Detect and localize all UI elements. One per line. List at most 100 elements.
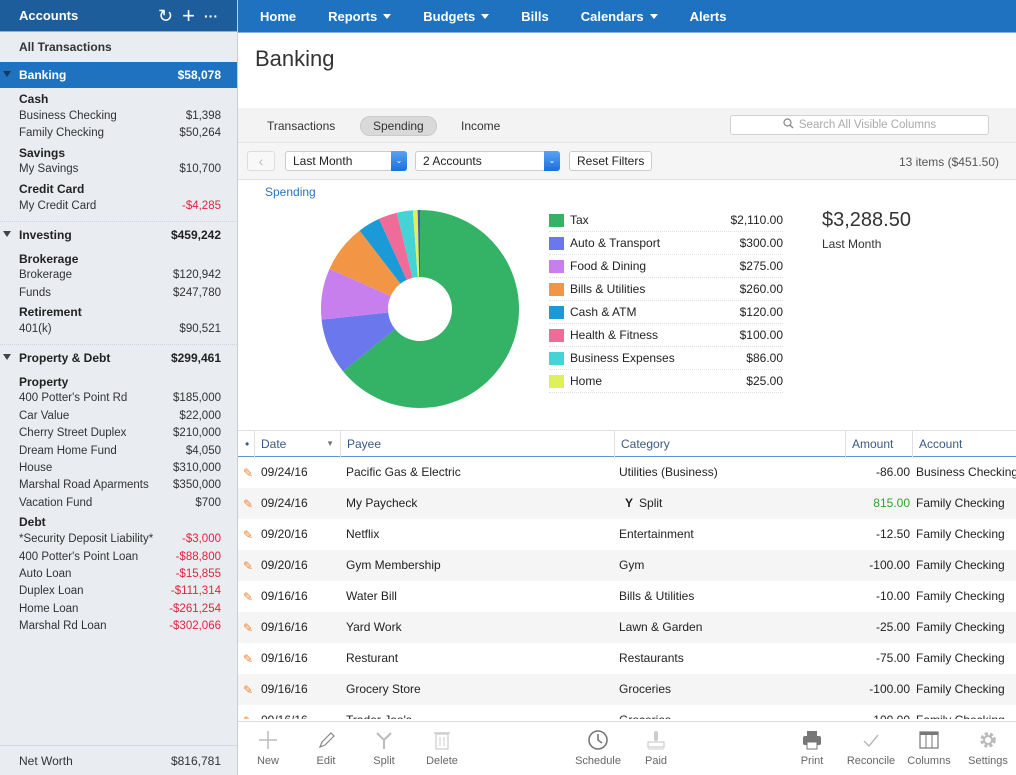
legend-category: Home bbox=[570, 374, 603, 388]
delete-button[interactable]: Delete bbox=[412, 728, 472, 767]
nav-budgets[interactable]: Budgets bbox=[423, 9, 490, 24]
account-balance: $10,700 bbox=[179, 163, 221, 176]
table-row[interactable]: ✎ 09/16/16 Resturant Restaurants -75.00 Famil… bbox=[238, 643, 1016, 674]
account-name: Dream Home Fund bbox=[19, 444, 117, 457]
pencil-icon[interactable]: ✎ bbox=[243, 683, 253, 697]
split-button[interactable]: Split bbox=[354, 728, 414, 767]
table-row[interactable]: ✎ 09/24/16 Pacific Gas & Electric Utilities… bbox=[238, 457, 1016, 488]
cell-account: Family Checking bbox=[916, 496, 1005, 510]
accounts-select[interactable]: 2 Accounts ⌄ bbox=[415, 151, 560, 171]
nav-reports[interactable]: Reports bbox=[328, 9, 392, 24]
account-item[interactable]: Marshal Rd Loan -$302,066 bbox=[0, 617, 237, 634]
legend-item[interactable]: Food & Dining $275.00 bbox=[549, 255, 783, 278]
table-row[interactable]: ✎ 09/20/16 Gym Membership Gym -100.00 Family … bbox=[238, 550, 1016, 581]
account-item[interactable]: House $310,000 bbox=[0, 459, 237, 476]
nav-label: Home bbox=[260, 8, 297, 24]
account-item[interactable]: 400 Potter's Point Loan -$88,800 bbox=[0, 548, 237, 565]
disclosure-triangle-icon[interactable] bbox=[3, 71, 11, 77]
reset-filters-button[interactable]: Reset Filters bbox=[569, 151, 653, 171]
table-row[interactable]: ✎ 09/16/16 Grocery Store Groceries -100.00 Fa… bbox=[238, 674, 1016, 705]
new-button[interactable]: New bbox=[238, 728, 298, 767]
table-row[interactable]: ✎ 09/16/16 Yard Work Lawn & Garden -25.00 Fam… bbox=[238, 612, 1016, 643]
nav-bills[interactable]: Bills bbox=[521, 9, 548, 24]
account-item[interactable]: Business Checking $1,398 bbox=[0, 107, 237, 124]
nav-home[interactable]: Home bbox=[260, 9, 296, 24]
account-balance: -$15,855 bbox=[175, 567, 221, 580]
period-select[interactable]: Last Month ⌄ bbox=[285, 151, 407, 171]
nav-calendars[interactable]: Calendars bbox=[581, 9, 658, 24]
account-item[interactable]: Family Checking $50,264 bbox=[0, 124, 237, 141]
column-header-account[interactable]: Account bbox=[913, 431, 1016, 457]
column-header-category[interactable]: Category bbox=[615, 431, 846, 457]
settings-button[interactable]: Settings bbox=[958, 728, 1016, 767]
disclosure-triangle-icon[interactable] bbox=[3, 230, 11, 237]
account-item[interactable]: Dream Home Fund $4,050 bbox=[0, 442, 237, 459]
more-options-icon[interactable]: ··· bbox=[204, 9, 218, 23]
legend-item[interactable]: Home $25.00 bbox=[549, 370, 783, 393]
account-item[interactable]: Home Loan -$261,254 bbox=[0, 600, 237, 617]
column-header-date[interactable]: Date ▼ bbox=[255, 431, 341, 457]
account-item[interactable]: 401(k) $90,521 bbox=[0, 320, 237, 337]
account-balance: $310,000 bbox=[173, 461, 221, 474]
account-item[interactable]: 400 Potter's Point Rd $185,000 bbox=[0, 390, 237, 407]
account-group-banking[interactable]: Banking $58,078 bbox=[0, 62, 237, 88]
refresh-icon[interactable]: ↻ bbox=[158, 7, 173, 25]
pencil-icon[interactable]: ✎ bbox=[243, 590, 253, 604]
account-group-investing[interactable]: Investing $459,242 bbox=[0, 222, 237, 248]
table-row[interactable]: ✎ 09/16/16 Trader Joe's Groceries -100.00 Fam… bbox=[238, 705, 1016, 719]
account-item[interactable]: Brokerage $120,942 bbox=[0, 267, 237, 284]
schedule-button[interactable]: Schedule bbox=[568, 728, 628, 767]
legend-item[interactable]: Bills & Utilities $260.00 bbox=[549, 278, 783, 301]
account-name: Car Value bbox=[19, 409, 70, 422]
disclosure-triangle-icon[interactable] bbox=[3, 353, 11, 360]
back-button[interactable]: ‹ bbox=[247, 151, 275, 171]
table-row[interactable]: ✎ 09/20/16 Netflix Entertainment -12.50 Famil… bbox=[238, 519, 1016, 550]
column-header-amount[interactable]: Amount bbox=[846, 431, 913, 457]
legend-item[interactable]: Cash & ATM $120.00 bbox=[549, 301, 783, 324]
columns-button[interactable]: Columns bbox=[899, 728, 959, 767]
legend-item[interactable]: Tax $2,110.00 bbox=[549, 209, 783, 232]
account-item[interactable]: Duplex Loan -$111,314 bbox=[0, 583, 237, 600]
account-item[interactable]: Cherry Street Duplex $210,000 bbox=[0, 425, 237, 442]
nav-alerts[interactable]: Alerts bbox=[690, 9, 727, 24]
cell-amount: -10.00 bbox=[875, 589, 910, 603]
pencil-icon[interactable]: ✎ bbox=[243, 497, 253, 511]
legend-item[interactable]: Health & Fitness $100.00 bbox=[549, 324, 783, 347]
account-item[interactable]: Funds $247,780 bbox=[0, 284, 237, 301]
pencil-icon[interactable]: ✎ bbox=[243, 466, 253, 480]
account-item[interactable]: Auto Loan -$15,855 bbox=[0, 565, 237, 582]
table-row[interactable]: ✎ 09/16/16 Water Bill Bills & Utilities -10.… bbox=[238, 581, 1016, 612]
legend-item[interactable]: Auto & Transport $300.00 bbox=[549, 232, 783, 255]
account-item[interactable]: My Savings $10,700 bbox=[0, 161, 237, 178]
table-row[interactable]: ✎ 09/24/16 My Paycheck Y Split 815.00 Family C… bbox=[238, 488, 1016, 519]
tab-transactions[interactable]: Transactions bbox=[255, 116, 347, 136]
account-item[interactable]: Vacation Fund $700 bbox=[0, 494, 237, 511]
cell-date: 09/16/16 bbox=[261, 589, 308, 603]
toolbar-label: Paid bbox=[644, 755, 668, 767]
account-item[interactable]: Marshal Road Aparments $350,000 bbox=[0, 477, 237, 494]
account-item[interactable]: My Credit Card -$4,285 bbox=[0, 197, 237, 214]
account-item[interactable]: Car Value $22,000 bbox=[0, 407, 237, 424]
tab-income[interactable]: Income bbox=[449, 116, 512, 136]
account-item[interactable]: *Security Deposit Liability* -$3,000 bbox=[0, 530, 237, 547]
pencil-icon[interactable]: ✎ bbox=[243, 559, 253, 573]
column-header-payee[interactable]: Payee bbox=[341, 431, 615, 457]
tab-spending[interactable]: Spending bbox=[360, 116, 437, 136]
pencil-icon[interactable]: ✎ bbox=[243, 621, 253, 635]
legend-item[interactable]: Business Expenses $86.00 bbox=[549, 347, 783, 370]
print-button[interactable]: Print bbox=[782, 728, 842, 767]
reconcile-button[interactable]: Reconcile bbox=[841, 728, 901, 767]
paid-button[interactable]: Paid bbox=[626, 728, 686, 767]
pencil-icon[interactable]: ✎ bbox=[243, 528, 253, 542]
all-transactions-item[interactable]: All Transactions bbox=[0, 32, 237, 62]
search-input[interactable]: Search All Visible Columns bbox=[730, 115, 989, 135]
pencil-icon[interactable]: ✎ bbox=[243, 714, 253, 719]
toolbar-label: Schedule bbox=[575, 755, 621, 767]
account-group-property-debt[interactable]: Property & Debt $299,461 bbox=[0, 345, 237, 371]
account-balance: $185,000 bbox=[173, 392, 221, 405]
status-column-header[interactable]: • bbox=[238, 431, 255, 457]
edit-button[interactable]: Edit bbox=[296, 728, 356, 767]
add-account-icon[interactable]: + bbox=[182, 4, 195, 27]
pencil-icon[interactable]: ✎ bbox=[243, 652, 253, 666]
toolbar-label: Delete bbox=[426, 755, 458, 767]
